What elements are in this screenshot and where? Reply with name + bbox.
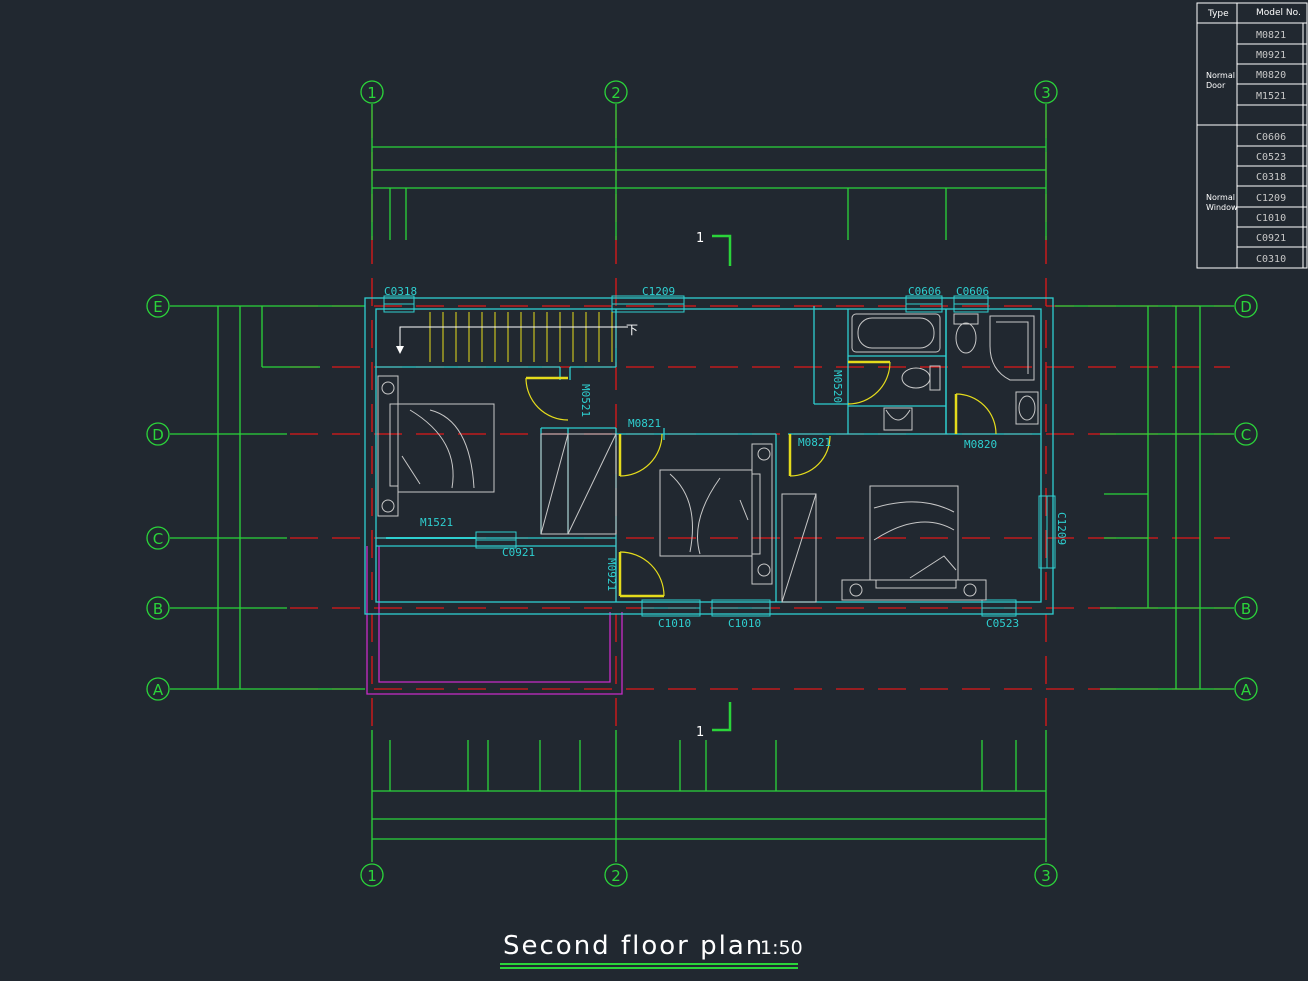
label-c1209-right: C1209 xyxy=(1055,512,1068,545)
table-header-model: Model No. xyxy=(1256,8,1301,18)
row-axis-markers xyxy=(146,294,1258,701)
label-c0606-right: C0606 xyxy=(956,285,989,298)
opening-schedule-table: Type Model No. Normal Door Normal Window… xyxy=(1196,2,1308,269)
label-c1010-right: C1010 xyxy=(728,617,761,630)
table-row: C0310 xyxy=(1256,254,1286,265)
table-row: M0821 xyxy=(1256,30,1286,41)
table-row: C0606 xyxy=(1256,132,1286,143)
table-header-type: Type xyxy=(1207,9,1229,19)
axis-label-left-a: A xyxy=(153,681,164,699)
axis-label-left-c: C xyxy=(153,530,163,548)
label-m0821-left: M0821 xyxy=(628,417,661,430)
drawing-scale: 1:50 xyxy=(760,937,803,959)
table-row: M1521 xyxy=(1256,91,1286,102)
walls xyxy=(364,297,1054,615)
axis-label-top-2: 2 xyxy=(611,84,621,102)
axis-label-top-3: 3 xyxy=(1041,84,1051,102)
table-row: M0820 xyxy=(1256,70,1286,81)
svg-text:1: 1 xyxy=(696,725,704,740)
label-c1010-left: C1010 xyxy=(658,617,691,630)
furniture xyxy=(377,313,1039,603)
axis-label-top-1: 1 xyxy=(367,84,377,102)
axis-label-right-b: B xyxy=(1241,600,1251,618)
axis-label-right-a: A xyxy=(1241,681,1252,699)
doors xyxy=(525,360,997,598)
svg-text:1: 1 xyxy=(696,231,704,246)
axis-label-bottom-2: 2 xyxy=(611,867,621,885)
label-m0921: M0921 xyxy=(605,558,618,591)
table-row: C1010 xyxy=(1256,213,1286,224)
label-m0820: M0820 xyxy=(964,438,997,451)
axis-label-left-d: D xyxy=(152,426,164,444)
label-m0521: M0521 xyxy=(579,384,592,417)
type-window-line1: Normal xyxy=(1206,193,1235,202)
table-row: C0921 xyxy=(1256,233,1286,244)
axis-label-right-d: D xyxy=(1240,298,1252,316)
table-row: C0318 xyxy=(1256,172,1286,183)
floor-plan-drawing: 1 2 3 1 2 3 E D C B A D C B A 1 1 下 C031… xyxy=(146,2,1308,969)
axis-grid xyxy=(290,110,1230,730)
section-mark-bottom: 1 xyxy=(696,702,732,740)
axis-label-right-c: C xyxy=(1241,426,1251,444)
column-axis-markers xyxy=(360,80,1058,887)
table-row: C1209 xyxy=(1256,193,1286,204)
table-row: C0523 xyxy=(1256,152,1286,163)
type-window-line2: Window xyxy=(1206,203,1238,212)
axis-label-bottom-3: 3 xyxy=(1041,867,1051,885)
axis-label-left-b: B xyxy=(153,600,163,618)
label-c0921: C0921 xyxy=(502,546,535,559)
label-m0821-right: M0821 xyxy=(798,436,831,449)
label-m0520: M0520 xyxy=(831,370,844,403)
label-c1209-top: C1209 xyxy=(642,285,675,298)
section-mark-top: 1 xyxy=(696,231,732,266)
stair-direction-label: 下 xyxy=(626,323,638,337)
balcony-outline xyxy=(366,546,623,695)
dimension-lines xyxy=(170,104,1234,862)
axis-label-left-e: E xyxy=(153,298,162,316)
type-door-line1: Normal xyxy=(1206,71,1235,80)
axis-label-bottom-1: 1 xyxy=(367,867,377,885)
drawing-title: Second floor plan xyxy=(503,931,764,961)
label-c0523: C0523 xyxy=(986,617,1019,630)
label-c0318: C0318 xyxy=(384,285,417,298)
label-c0606-left: C0606 xyxy=(908,285,941,298)
type-door-line2: Door xyxy=(1206,81,1226,90)
label-m1521: M1521 xyxy=(420,516,453,529)
staircase: 下 xyxy=(396,312,638,362)
table-row: M0921 xyxy=(1256,50,1286,61)
